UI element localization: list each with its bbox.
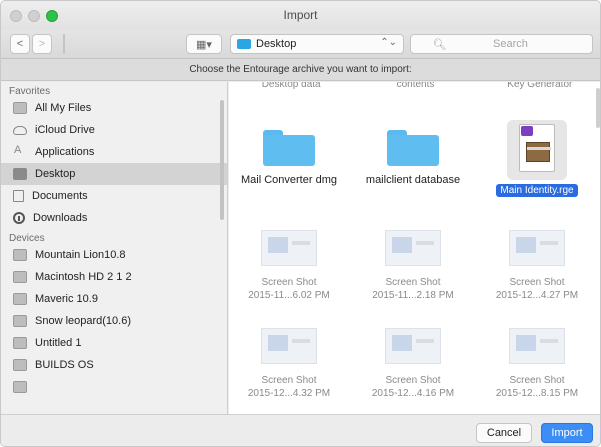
sidebar-item-label: Applications [35, 146, 95, 158]
drive-icon [13, 293, 27, 305]
sidebar-item-icloud-drive[interactable]: iCloud Drive [1, 119, 227, 141]
sidebar-item-label: Maveric 10.9 [35, 293, 98, 305]
drive-icon [13, 249, 27, 261]
view-mode-selector: ▦ ≡ ▥ ▭ [63, 34, 65, 54]
screenshot-thumbnail-icon [509, 230, 565, 266]
sidebar-item-desktop[interactable]: Desktop [1, 163, 227, 185]
chevron-updown-icon: ⌃⌄ [380, 37, 397, 48]
file-name: Screen Shot 2015-12...8.15 PM [495, 375, 579, 399]
sidebar-item-label: iCloud Drive [35, 124, 95, 136]
sidebar-item-device[interactable]: Snow leopard(10.6) [1, 310, 227, 332]
grid-item-main-identity[interactable]: Main Identity.rge [477, 120, 597, 197]
favorites-section-label: Favorites [9, 86, 51, 97]
sidebar-item-device[interactable]: Macintosh HD 2 1 2 [1, 266, 227, 288]
search-field[interactable]: 🔍︎ [410, 34, 593, 54]
sidebar-item-label: Macintosh HD 2 1 2 [35, 271, 132, 283]
devices-section-label: Devices [9, 233, 45, 244]
cancel-button[interactable]: Cancel [476, 423, 532, 443]
column-view-button[interactable]: ▥ [64, 35, 65, 53]
toolbar: < > ▦ ≡ ▥ ▭ ▦▾ Desktop ⌃⌄ 🔍︎ [1, 29, 600, 59]
grid-item-screenshot[interactable]: Screen Shot 2015-11...6.02 PM [229, 230, 349, 302]
archive-file-icon [507, 120, 567, 180]
screenshot-thumbnail-icon [261, 328, 317, 364]
file-name: mailclient database [365, 174, 461, 186]
window-title: Import [283, 8, 318, 22]
sidebar-item-label: All My Files [35, 102, 92, 114]
import-dialog: Import < > ▦ ≡ ▥ ▭ ▦▾ Desktop ⌃⌄ 🔍︎ Choo… [0, 0, 601, 447]
sidebar-item-label: Documents [32, 190, 88, 202]
file-name: Mail Converter dmg [241, 174, 337, 186]
grid-item-screenshot[interactable]: Screen Shot 2015-11...2.18 PM [353, 230, 473, 302]
sidebar-item-label: Mountain Lion10.8 [35, 249, 126, 261]
forward-button[interactable]: > [32, 34, 52, 54]
arrange-menu-button[interactable]: ▦▾ [186, 34, 222, 54]
file-name[interactable]: Key Generator [478, 82, 600, 96]
partially-visible-row: Desktop data contents Key Generator [229, 82, 600, 96]
sidebar-item-documents[interactable]: Documents [1, 185, 227, 207]
cover-flow-button[interactable]: ▭ [64, 35, 65, 53]
applications-icon [13, 144, 27, 158]
location-label: Desktop [256, 38, 297, 50]
sidebar-item-label: Snow leopard(10.6) [35, 315, 132, 327]
folder-icon [263, 130, 315, 166]
sidebar-item-label: Desktop [35, 168, 76, 180]
import-prompt: Choose the Entourage archive you want to… [1, 59, 600, 81]
sidebar-item-label: Untitled 1 [35, 337, 82, 349]
sidebar-item-all-my-files[interactable]: All My Files [1, 97, 227, 119]
grid-item-screenshot[interactable]: Screen Shot 2015-12...4.27 PM [477, 230, 597, 302]
sidebar: Favorites All My Files iCloud Drive Appl… [1, 82, 228, 414]
drive-icon [13, 337, 27, 349]
sidebar-item-applications[interactable]: Applications [1, 141, 227, 163]
file-name: Screen Shot 2015-12...4.27 PM [495, 277, 579, 301]
folder-icon [237, 39, 251, 49]
sidebar-item-device[interactable]: Mountain Lion10.8 [1, 244, 227, 266]
file-name[interactable]: Desktop data [229, 82, 353, 96]
folder-icon [387, 130, 439, 166]
downloads-icon [13, 212, 25, 224]
search-input[interactable] [450, 38, 571, 50]
dialog-footer: Cancel Import [1, 414, 600, 446]
file-name: Screen Shot 2015-12...4.32 PM [247, 375, 331, 399]
sidebar-item-label: BUILDS OS [35, 359, 94, 371]
search-icon: 🔍︎ [432, 38, 447, 51]
documents-icon [13, 190, 24, 202]
file-name[interactable]: contents [353, 82, 477, 96]
file-grid: Desktop data contents Key Generator Mail… [229, 82, 600, 414]
drive-icon [13, 381, 27, 393]
sidebar-item-device-partial[interactable] [1, 376, 227, 398]
sidebar-item-device[interactable]: Untitled 1 [1, 332, 227, 354]
cloud-icon [13, 125, 27, 135]
grid-item-screenshot[interactable]: Screen Shot 2015-12...8.15 PM [477, 328, 597, 400]
grid-item-mailclient-database[interactable]: mailclient database [353, 130, 473, 186]
import-button[interactable]: Import [541, 423, 593, 443]
sidebar-scrollbar[interactable] [220, 100, 224, 220]
drive-icon [13, 359, 27, 371]
grid-item-screenshot[interactable]: Screen Shot 2015-12...4.32 PM [229, 328, 349, 400]
grid-item-screenshot[interactable]: Screen Shot 2015-12...4.16 PM [353, 328, 473, 400]
drive-icon [13, 271, 27, 283]
icon-view-button[interactable]: ▦ [64, 35, 65, 53]
screenshot-thumbnail-icon [509, 328, 565, 364]
screenshot-thumbnail-icon [385, 230, 441, 266]
file-name: Screen Shot 2015-11...6.02 PM [248, 277, 330, 301]
screenshot-thumbnail-icon [261, 230, 317, 266]
grid-item-mail-converter[interactable]: Mail Converter dmg [229, 130, 349, 186]
file-name: Screen Shot 2015-11...2.18 PM [372, 277, 454, 301]
screenshot-thumbnail-icon [385, 328, 441, 364]
sidebar-item-label: Downloads [33, 212, 88, 224]
grid-scrollbar[interactable] [596, 88, 600, 128]
title-bar: Import [1, 1, 600, 29]
location-popup[interactable]: Desktop ⌃⌄ [230, 34, 404, 54]
all-files-icon [13, 102, 27, 114]
sidebar-item-device[interactable]: Maveric 10.9 [1, 288, 227, 310]
sidebar-item-device[interactable]: BUILDS OS [1, 354, 227, 376]
file-name: Screen Shot 2015-12...4.16 PM [371, 375, 455, 399]
back-button[interactable]: < [10, 34, 30, 54]
sidebar-item-downloads[interactable]: Downloads [1, 207, 227, 229]
desktop-icon [13, 168, 27, 180]
list-view-button[interactable]: ≡ [64, 35, 65, 53]
drive-icon [13, 315, 27, 327]
selected-file-name: Main Identity.rge [496, 184, 578, 197]
